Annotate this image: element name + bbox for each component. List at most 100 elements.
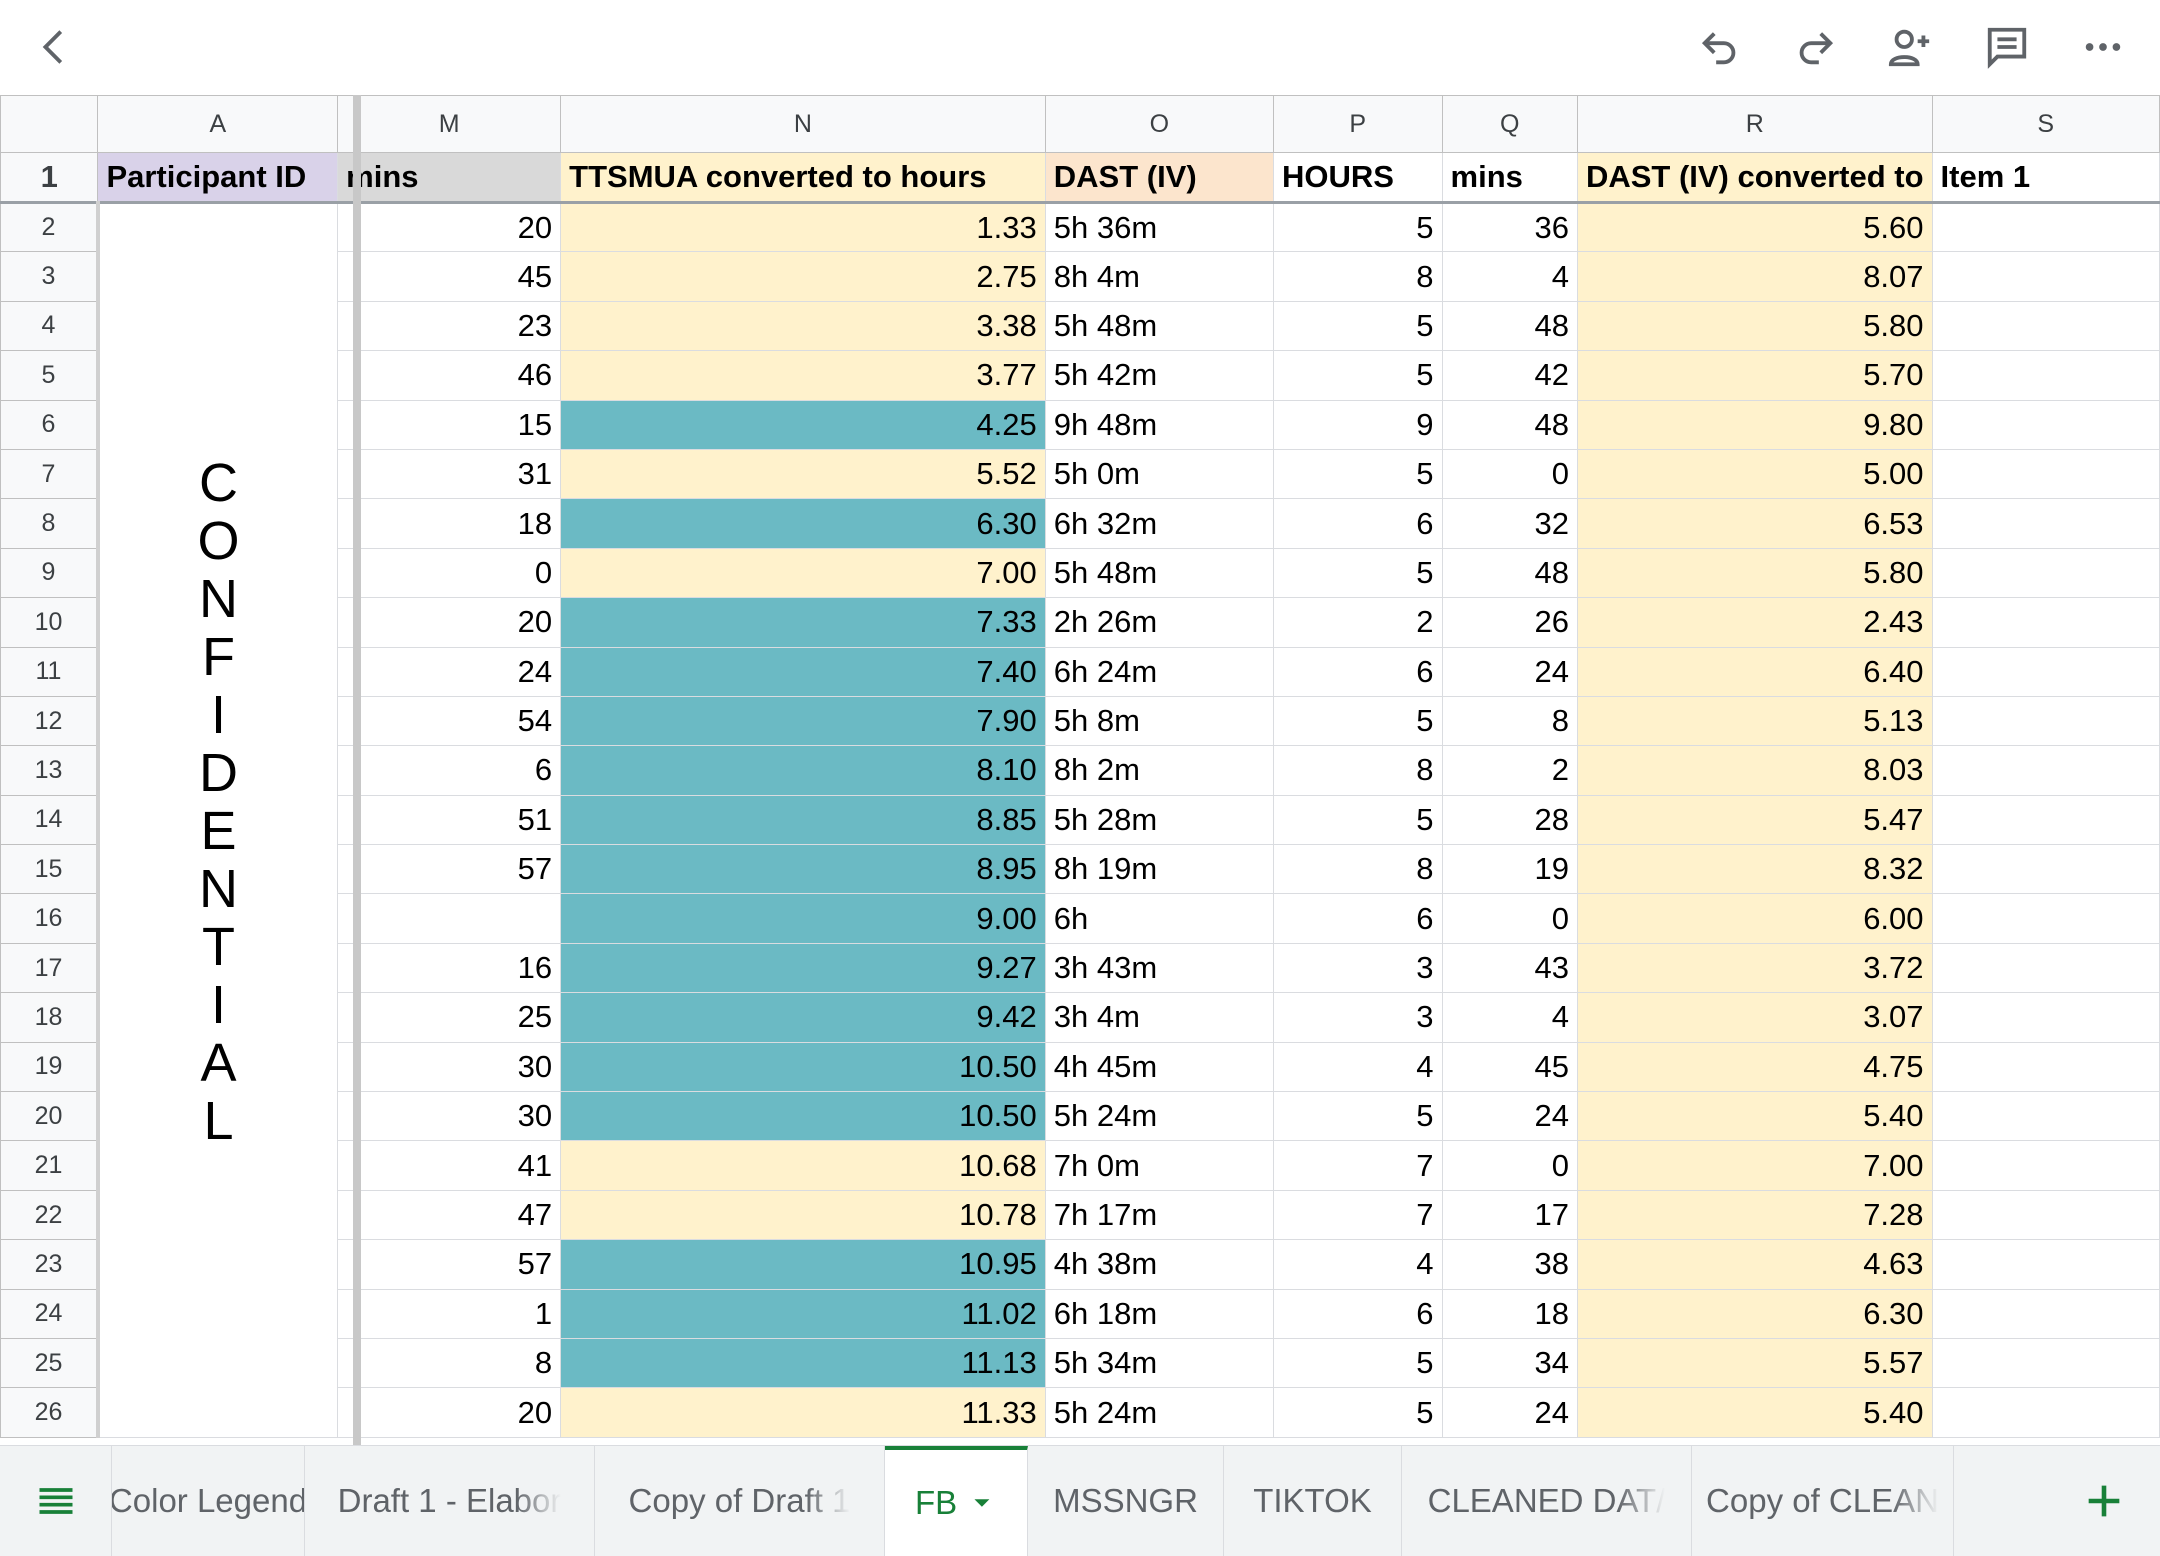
cell-dast-iv[interactable]: 5h 24m	[1044, 1091, 1274, 1142]
cell-dast-converted[interactable]: 9.80	[1576, 399, 1933, 450]
cell-dast-converted[interactable]: 3.07	[1576, 992, 1933, 1043]
cell-header-mins-q[interactable]: mins	[1441, 152, 1578, 204]
cell-item-1[interactable]	[1931, 1239, 2160, 1290]
cell-hours[interactable]: 7	[1272, 1140, 1443, 1191]
cell-hours[interactable]: 3	[1272, 942, 1443, 994]
cell-hours[interactable]: 5	[1272, 794, 1443, 846]
cell-mins-q[interactable]: 2	[1441, 745, 1578, 796]
row-number[interactable]: 21	[0, 1140, 99, 1191]
cell-dast-iv[interactable]: 4h 45m	[1044, 1041, 1274, 1093]
cell-hours[interactable]: 5	[1272, 1091, 1443, 1142]
cell-hours[interactable]: 6	[1272, 498, 1443, 549]
cell-mins[interactable]: 20	[337, 597, 562, 648]
row-number[interactable]: 26	[0, 1387, 99, 1438]
cell-mins-q[interactable]: 0	[1441, 1140, 1578, 1191]
cell-mins-q[interactable]: 38	[1441, 1239, 1578, 1290]
cell-item-1[interactable]	[1931, 597, 2160, 648]
cell-header-dast-converted[interactable]: DAST (IV) converted to	[1576, 152, 1933, 204]
cell-hours[interactable]: 7	[1272, 1189, 1443, 1241]
cell-dast-iv[interactable]: 4h 38m	[1044, 1239, 1274, 1290]
column-header[interactable]: M	[337, 95, 562, 153]
undo-icon[interactable]	[1685, 12, 1755, 82]
cell-ttsmua-hours[interactable]: 10.95	[560, 1239, 1046, 1290]
row-number[interactable]: 1	[0, 152, 99, 204]
cell-dast-converted[interactable]: 6.00	[1576, 893, 1933, 944]
more-horizontal-icon[interactable]	[2068, 12, 2138, 82]
cell-mins-q[interactable]: 19	[1441, 844, 1578, 895]
cell-mins[interactable]: 1	[337, 1288, 562, 1339]
cell-ttsmua-hours[interactable]: 10.78	[560, 1189, 1046, 1241]
cell-mins-q[interactable]: 0	[1441, 448, 1578, 500]
row-number[interactable]: 9	[0, 547, 99, 599]
row-number[interactable]: 24	[0, 1288, 99, 1339]
cell-dast-iv[interactable]: 6h 24m	[1044, 646, 1274, 697]
row-number[interactable]: 23	[0, 1239, 99, 1290]
cell-dast-converted[interactable]: 5.40	[1576, 1091, 1933, 1142]
cell-dast-iv[interactable]: 8h 4m	[1044, 251, 1274, 302]
cell-hours[interactable]: 5	[1272, 1387, 1443, 1438]
cell-dast-iv[interactable]: 5h 48m	[1044, 300, 1274, 352]
cell-mins[interactable]: 47	[337, 1189, 562, 1241]
cell-dast-converted[interactable]: 8.03	[1576, 745, 1933, 796]
cell-dast-iv[interactable]: 7h 17m	[1044, 1189, 1274, 1241]
cell-mins[interactable]	[337, 893, 562, 944]
cell-hours[interactable]: 8	[1272, 251, 1443, 302]
cell-ttsmua-hours[interactable]: 9.27	[560, 942, 1046, 994]
cell-mins-q[interactable]: 26	[1441, 597, 1578, 648]
cell-hours[interactable]: 3	[1272, 992, 1443, 1043]
cell-mins[interactable]: 57	[337, 1239, 562, 1290]
cell-dast-converted[interactable]: 5.40	[1576, 1387, 1933, 1438]
cell-mins-q[interactable]: 24	[1441, 1387, 1578, 1438]
cell-dast-converted[interactable]: 8.32	[1576, 844, 1933, 895]
row-number[interactable]: 12	[0, 695, 99, 747]
cell-dast-converted[interactable]: 6.53	[1576, 498, 1933, 549]
cell-dast-converted[interactable]: 5.00	[1576, 448, 1933, 500]
row-number[interactable]: 16	[0, 893, 99, 944]
cell-dast-iv[interactable]: 7h 0m	[1044, 1140, 1274, 1191]
cell-ttsmua-hours[interactable]: 10.50	[560, 1091, 1046, 1142]
cell-hours[interactable]: 5	[1272, 448, 1443, 500]
sheet-list-icon[interactable]	[0, 1446, 112, 1556]
cell-mins[interactable]: 15	[337, 399, 562, 450]
tab-cleaned-data[interactable]: CLEANED DAT/	[1402, 1446, 1692, 1556]
row-number[interactable]: 6	[0, 399, 99, 450]
cell-ttsmua-hours[interactable]: 3.38	[560, 300, 1046, 352]
cell-mins[interactable]: 45	[337, 251, 562, 302]
cell-dast-iv[interactable]: 5h 8m	[1044, 695, 1274, 747]
column-header[interactable]: S	[1931, 95, 2160, 153]
cell-dast-iv[interactable]: 8h 19m	[1044, 844, 1274, 895]
cell-ttsmua-hours[interactable]: 2.75	[560, 251, 1046, 302]
cell-dast-converted[interactable]: 5.80	[1576, 300, 1933, 352]
cell-mins-q[interactable]: 36	[1441, 201, 1578, 253]
tab-mssngr[interactable]: MSSNGR	[1028, 1446, 1224, 1556]
add-person-icon[interactable]	[1875, 12, 1945, 82]
cell-mins[interactable]: 8	[337, 1337, 562, 1389]
cell-item-1[interactable]	[1931, 201, 2160, 253]
cell-mins[interactable]: 20	[337, 1387, 562, 1438]
cell-dast-iv[interactable]: 5h 42m	[1044, 350, 1274, 401]
cell-header-hours[interactable]: HOURS	[1272, 152, 1443, 204]
cell-ttsmua-hours[interactable]: 9.42	[560, 992, 1046, 1043]
cell-hours[interactable]: 5	[1272, 547, 1443, 599]
cell-hours[interactable]: 8	[1272, 745, 1443, 796]
cell-item-1[interactable]	[1931, 794, 2160, 846]
cell-mins-q[interactable]: 4	[1441, 992, 1578, 1043]
cell-mins[interactable]: 24	[337, 646, 562, 697]
cell-mins-q[interactable]: 17	[1441, 1189, 1578, 1241]
cell-ttsmua-hours[interactable]: 7.33	[560, 597, 1046, 648]
cell-dast-iv[interactable]: 2h 26m	[1044, 597, 1274, 648]
cell-ttsmua-hours[interactable]: 7.90	[560, 695, 1046, 747]
cell-item-1[interactable]	[1931, 695, 2160, 747]
cell-dast-converted[interactable]: 6.40	[1576, 646, 1933, 697]
cell-item-1[interactable]	[1931, 1288, 2160, 1339]
column-header[interactable]: A	[97, 95, 339, 153]
cell-dast-iv[interactable]: 5h 36m	[1044, 201, 1274, 253]
cell-item-1[interactable]	[1931, 992, 2160, 1043]
row-number[interactable]: 18	[0, 992, 99, 1043]
cell-item-1[interactable]	[1931, 942, 2160, 994]
row-number[interactable]: 3	[0, 251, 99, 302]
cell-dast-iv[interactable]: 6h	[1044, 893, 1274, 944]
cell-dast-converted[interactable]: 5.57	[1576, 1337, 1933, 1389]
cell-dast-iv[interactable]: 5h 48m	[1044, 547, 1274, 599]
cell-mins[interactable]: 54	[337, 695, 562, 747]
